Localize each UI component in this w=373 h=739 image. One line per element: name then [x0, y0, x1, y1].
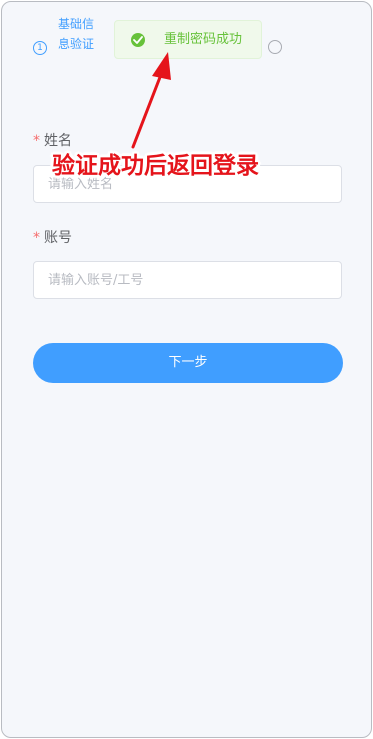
account-label: * 账号 [33, 228, 72, 248]
annotation-label: 验证成功后返回登录 [52, 153, 259, 179]
success-toast: 重制密码成功 [114, 20, 262, 59]
next-step-button[interactable]: 下一步 [33, 343, 343, 383]
step-3-number [268, 40, 282, 54]
success-check-icon [131, 33, 145, 47]
required-mark: * [33, 230, 40, 246]
name-label: * 姓名 [33, 131, 72, 151]
account-label-text: 账号 [44, 230, 72, 246]
toast-message: 重制密码成功 [164, 32, 243, 47]
name-label-text: 姓名 [44, 133, 72, 149]
step-1-label: 基础信息验证 [58, 17, 95, 51]
required-mark: * [33, 133, 40, 149]
page-frame: 1 基础信息验证 重制密码成功 *姓名 *账号 下一步 [1, 1, 372, 738]
account-input[interactable] [33, 261, 342, 299]
step-1-number: 1 [33, 41, 47, 55]
